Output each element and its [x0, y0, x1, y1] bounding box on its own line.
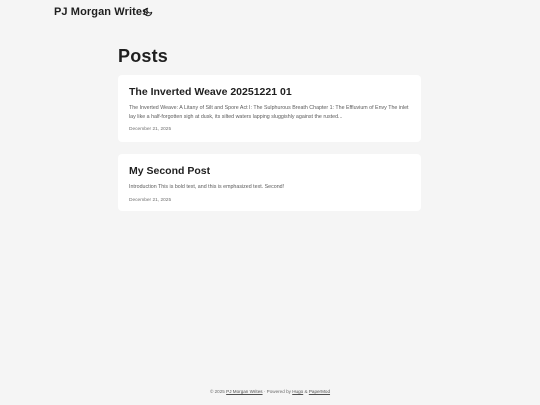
site-header: PJ Morgan Writes: [0, 0, 540, 28]
footer-theme-link[interactable]: PaperMod: [309, 389, 330, 394]
footer-powered-by: Powered by: [266, 389, 291, 394]
post-title[interactable]: My Second Post: [129, 165, 410, 178]
post-entry[interactable]: The Inverted Weave 20251221 01 The Inver…: [118, 75, 421, 142]
footer-separator: ·: [263, 389, 266, 394]
main-content: Posts The Inverted Weave 20251221 01 The…: [118, 42, 421, 211]
site-footer: © 2025 PJ Morgan Writes · Powered by Hug…: [0, 388, 540, 396]
page-title: Posts: [118, 46, 169, 66]
footer-hugo-link[interactable]: Hugo: [292, 389, 303, 394]
post-title[interactable]: The Inverted Weave 20251221 01: [129, 86, 410, 99]
post-date: December 21, 2025: [129, 197, 172, 203]
footer-ampersand: &: [304, 389, 308, 394]
footer-copyright: © 2025: [209, 389, 225, 394]
moon-icon[interactable]: [143, 7, 153, 17]
site-logo-link[interactable]: PJ Morgan Writes: [54, 6, 148, 18]
post-summary: Introduction This is bold text, and this…: [129, 184, 285, 190]
post-entry[interactable]: My Second Post Introduction This is bold…: [118, 154, 421, 211]
post-summary: The Inverted Weave: A Litany of Silt and…: [129, 105, 409, 120]
footer-site-link[interactable]: PJ Morgan Writes: [226, 389, 262, 394]
post-date: December 21, 2025: [129, 127, 172, 132]
